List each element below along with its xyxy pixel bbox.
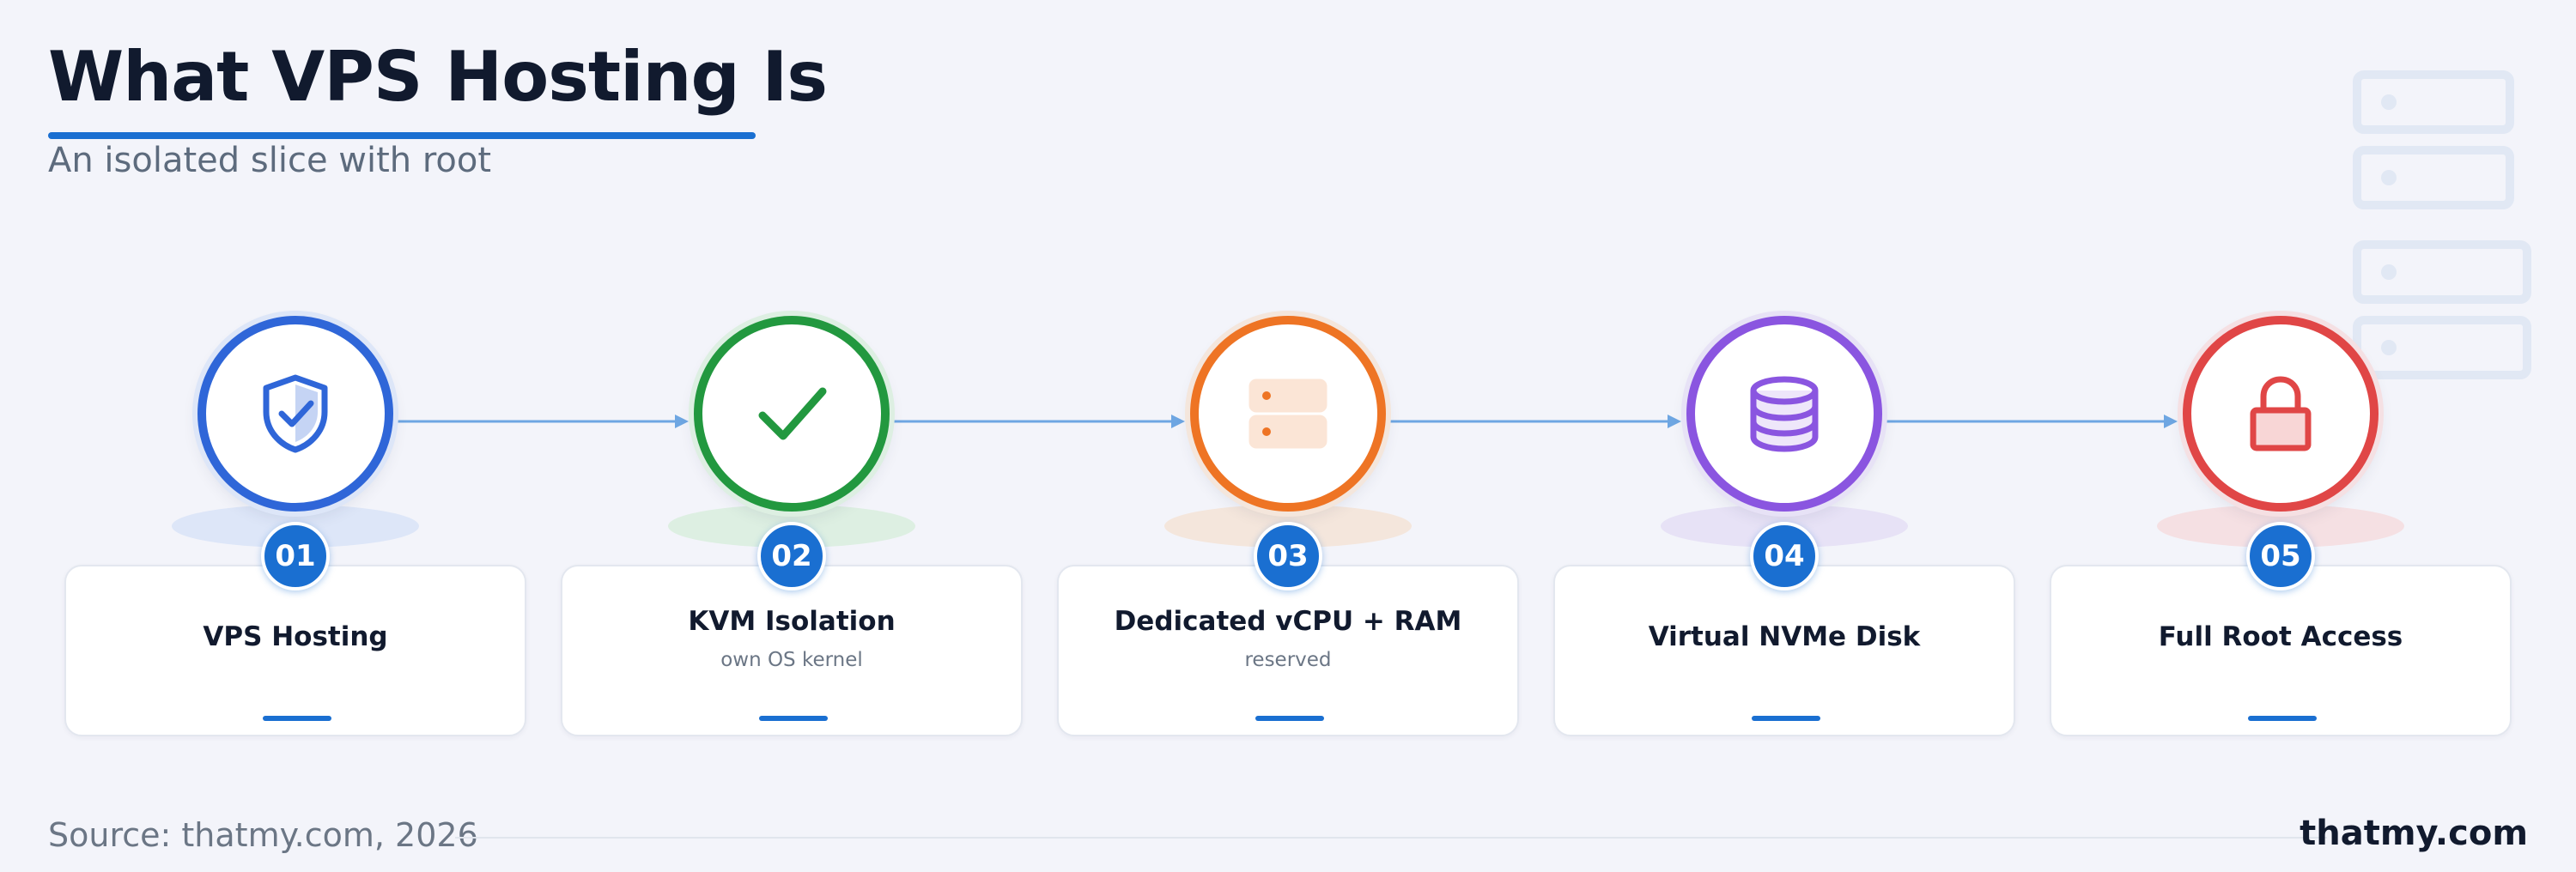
step-icon-circle <box>1190 316 1386 512</box>
footer-divider <box>455 837 2327 839</box>
lock-icon <box>2248 374 2313 453</box>
card-accent-bar <box>2248 716 2317 721</box>
step-title: Full Root Access <box>2158 621 2403 652</box>
step-title: KVM Isolation <box>688 606 896 637</box>
card-accent-bar <box>1255 716 1324 721</box>
step-number-badge: 01 <box>261 522 330 590</box>
brand-logo-text[interactable]: thatmy.com <box>2300 812 2528 855</box>
step-number-badge: 04 <box>1750 522 1819 590</box>
step-card: Dedicated vCPU + RAM reserved <box>1057 565 1519 736</box>
step-card: KVM Isolation own OS kernel <box>561 565 1023 736</box>
page-subtitle: An isolated slice with root <box>48 141 492 180</box>
connector-arrow <box>1389 415 1681 428</box>
step-card: Virtual NVMe Disk <box>1553 565 2015 736</box>
step-subtitle: reserved <box>1244 649 1332 671</box>
checkmark-icon <box>756 383 828 445</box>
step-icon-circle <box>694 316 890 512</box>
step-title: Dedicated vCPU + RAM <box>1114 606 1462 637</box>
title-underline <box>48 132 756 139</box>
step-title: VPS Hosting <box>203 621 388 652</box>
step-card: Full Root Access <box>2050 565 2512 736</box>
step-icon-circle <box>2183 316 2379 512</box>
connector-arrow <box>397 415 689 428</box>
card-accent-bar <box>759 716 828 721</box>
card-accent-bar <box>263 716 331 721</box>
connector-arrow <box>893 415 1185 428</box>
step-card: VPS Hosting <box>64 565 526 736</box>
step-title: Virtual NVMe Disk <box>1648 621 1921 652</box>
database-icon <box>1748 375 1820 452</box>
page-title: What VPS Hosting Is <box>48 37 828 117</box>
step-icon-circle <box>1686 316 1882 512</box>
server-rack-decoration-icon <box>2353 70 2531 379</box>
step-number-badge: 05 <box>2246 522 2315 590</box>
step-subtitle: own OS kernel <box>720 649 863 671</box>
step-icon-circle <box>197 316 393 512</box>
step-number-badge: 02 <box>757 522 826 590</box>
step-number-badge: 03 <box>1254 522 1322 590</box>
shield-check-icon <box>259 372 331 455</box>
server-icon <box>1248 378 1328 450</box>
source-caption: Source: thatmy.com, 2026 <box>48 816 478 854</box>
connector-arrow <box>1886 415 2178 428</box>
card-accent-bar <box>1752 716 1820 721</box>
